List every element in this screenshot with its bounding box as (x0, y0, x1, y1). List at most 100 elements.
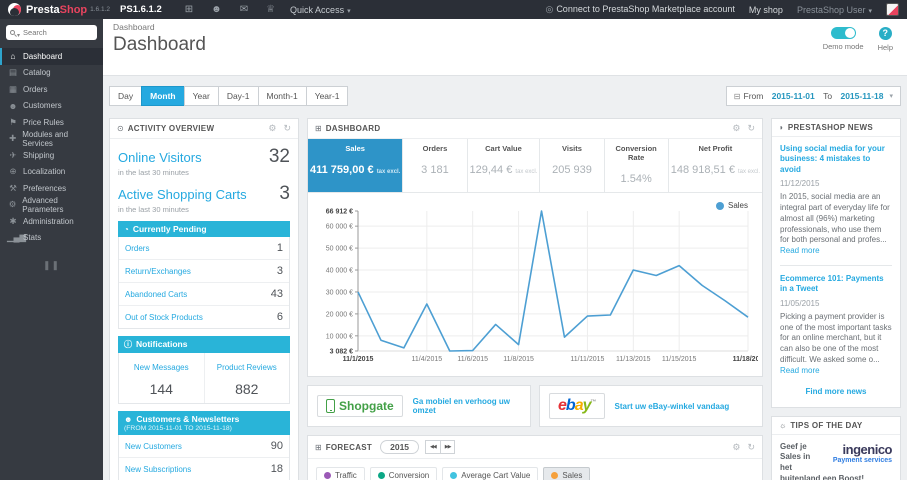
sidebar-item-catalog[interactable]: ▤ Catalog (0, 65, 103, 82)
svg-text:66 912 €: 66 912 € (326, 209, 353, 216)
new-customers-row: New Customers 90 (119, 435, 289, 458)
sidebar-item-price-rules[interactable]: ⚑ Price Rules (0, 114, 103, 131)
news-article-title[interactable]: Using social media for your business: 4 … (780, 144, 892, 175)
panel-refresh-icon[interactable]: ↻ (283, 123, 291, 134)
breadcrumb[interactable]: Dashboard (113, 22, 897, 32)
new-messages-link[interactable]: New Messages (134, 363, 189, 372)
badges-icon[interactable]: ♕ (266, 4, 275, 15)
sidebar: ⌂Dashboard ▤Catalog ▦Orders ☻Customers ⚑… (0, 19, 103, 480)
sidebar-item-stats[interactable]: ▁▄▆ Stats (0, 230, 103, 247)
tips-of-the-day-panel: ☼ TIPS OF THE DAY ingenico Payment servi… (771, 415, 901, 480)
forecast-next-button[interactable]: ▶▶ (440, 440, 456, 454)
news-panel-title: PRESTASHOP NEWS (787, 123, 873, 132)
panel-refresh-icon[interactable]: ↻ (747, 442, 755, 453)
pending-orders-link[interactable]: Orders (125, 244, 149, 253)
my-shop-link[interactable]: My shop (749, 5, 783, 15)
chart-legend: Sales (715, 201, 748, 210)
online-visitors-row: Online Visitors 32 (118, 146, 290, 168)
search-icon (10, 30, 15, 35)
sidebar-item-localization[interactable]: ⊕ Localization (0, 164, 103, 181)
sidebar-item-advanced-parameters[interactable]: ⚙ Advanced Parameters (0, 196, 103, 214)
kpi-tab-sales[interactable]: Sales 411 759,00 € tax excl. (308, 139, 403, 192)
find-more-news-link[interactable]: Find more news (780, 387, 892, 396)
quick-access-menu[interactable]: Quick Access (290, 5, 351, 15)
brand-logo[interactable]: PrestaShop (26, 4, 87, 16)
sidebar-item-shipping[interactable]: ✈ Shipping (0, 147, 103, 164)
range-year-button[interactable]: Year (183, 86, 218, 106)
range-month-1-button[interactable]: Month-1 (257, 86, 306, 106)
sidebar-collapse-button[interactable]: ❚❚ (0, 260, 103, 271)
activity-icon: ⊙ (117, 124, 124, 133)
forecast-legend-traffic[interactable]: Traffic (316, 467, 365, 480)
read-more-link[interactable]: Read more (780, 246, 820, 255)
sidebar-item-dashboard[interactable]: ⌂ Dashboard (0, 48, 103, 65)
forecast-legend-conversion[interactable]: Conversion (369, 467, 438, 480)
shop-name[interactable]: PS1.6.1.2 (120, 4, 162, 15)
sidebar-search[interactable] (6, 25, 97, 40)
forecast-panel: ⊞ FORECAST 2015 ◀◀ ▶▶ ⚙ ↻ Traffic Conver… (307, 435, 763, 480)
svg-text:11/13/2015: 11/13/2015 (616, 356, 651, 363)
active-carts-link[interactable]: Active Shopping Carts (118, 187, 247, 202)
kpi-tab-cart-value[interactable]: Cart Value 129,44 € tax excl. (466, 139, 540, 192)
sidebar-item-preferences[interactable]: ⚒ Preferences (0, 180, 103, 197)
kpi-tab-conversion-rate[interactable]: Conversion Rate 1.54% (603, 139, 668, 192)
administration-icon: ✱ (9, 215, 17, 226)
range-month-button[interactable]: Month (141, 86, 184, 106)
employees-icon[interactable]: ☻ (211, 4, 222, 15)
search-scope-caret[interactable] (15, 24, 23, 42)
kpi-tab-orders[interactable]: Orders 3 181 (402, 139, 466, 192)
forecast-prev-button[interactable]: ◀◀ (425, 440, 441, 454)
panel-settings-icon[interactable]: ⚙ (732, 123, 740, 134)
sidebar-item-administration[interactable]: ✱ Administration (0, 213, 103, 230)
search-input[interactable] (23, 28, 93, 37)
shopgate-logo: Shopgate (317, 395, 403, 417)
localization-icon: ⊕ (9, 166, 17, 177)
product-reviews-link[interactable]: Product Reviews (217, 363, 277, 372)
help-icon[interactable]: ? (878, 27, 892, 40)
news-article-date: 11/12/2015 (780, 179, 820, 189)
marketplace-connect-link[interactable]: ◎ Connect to PrestaShop Marketplace accou… (545, 4, 734, 15)
range-year-1-button[interactable]: Year-1 (305, 86, 349, 106)
user-menu[interactable]: PrestaShop User (797, 5, 872, 15)
abandoned-carts-link[interactable]: Abandoned Carts (125, 290, 187, 299)
news-article-title[interactable]: Ecommerce 101: Payments in a Tweet (780, 274, 892, 295)
user-avatar[interactable] (886, 3, 899, 16)
out-of-stock-link[interactable]: Out of Stock Products (125, 313, 203, 322)
svg-text:50 000 €: 50 000 € (326, 246, 353, 253)
panel-settings-icon[interactable]: ⚙ (732, 442, 740, 453)
pending-icon: ◔ (124, 225, 129, 234)
legend-dot (715, 201, 724, 210)
svg-text:3 082 €: 3 082 € (330, 349, 353, 356)
new-subscriptions-link[interactable]: New Subscriptions (125, 465, 191, 474)
sidebar-item-modules[interactable]: ✚ Modules and Services (0, 130, 103, 148)
panel-settings-icon[interactable]: ⚙ (268, 123, 276, 134)
svg-text:10 000 €: 10 000 € (326, 333, 353, 340)
kpi-tab-visits[interactable]: Visits 205 939 (539, 139, 603, 192)
forecast-year: 2015 (380, 440, 420, 454)
calendar-icon: ⊟ (733, 91, 741, 101)
demo-mode-label: Demo mode (822, 42, 864, 51)
shopgate-ad-link[interactable]: Ga mobiel en verhoog uw omzet (413, 397, 521, 415)
sales-chart-container: 3 082 € 10 000 € 20 000 € 30 000 € 40 000 € 5… (308, 193, 764, 376)
customers-icon: ☻ (8, 100, 18, 111)
panel-refresh-icon[interactable]: ↻ (747, 123, 755, 134)
customers-newsletters-section: ☻ Customers & Newsletters (FROM 2015-11-01… (118, 411, 290, 480)
messages-icon[interactable]: ✉ (240, 4, 248, 15)
svg-text:11/15/2015: 11/15/2015 (662, 356, 697, 363)
kpi-tabs: Sales 411 759,00 € tax excl. Orders 3 181 … (308, 139, 762, 193)
kpi-tab-net-profit[interactable]: Net Profit 148 918,51 € tax excl. (667, 139, 762, 192)
forecast-legend-avg-cart-value[interactable]: Average Cart Value (442, 467, 539, 480)
new-customers-link[interactable]: New Customers (125, 442, 182, 451)
ebay-ad-link[interactable]: Start uw eBay-winkel vandaag (615, 402, 730, 411)
demo-mode-toggle[interactable] (830, 27, 856, 39)
cart-icon[interactable]: ⊞ (185, 4, 193, 15)
online-visitors-link[interactable]: Online Visitors (118, 150, 202, 165)
date-range-picker[interactable]: ⊟ From 2015-11-01 To 2015-11-18 (725, 86, 901, 106)
sidebar-item-customers[interactable]: ☻ Customers (0, 98, 103, 115)
forecast-legend-sales[interactable]: Sales (543, 467, 591, 480)
range-day-1-button[interactable]: Day-1 (217, 86, 258, 106)
pending-returns-link[interactable]: Return/Exchanges (125, 267, 191, 276)
read-more-link[interactable]: Read more (780, 366, 820, 375)
sidebar-item-orders[interactable]: ▦ Orders (0, 81, 103, 98)
range-day-button[interactable]: Day (109, 86, 142, 106)
